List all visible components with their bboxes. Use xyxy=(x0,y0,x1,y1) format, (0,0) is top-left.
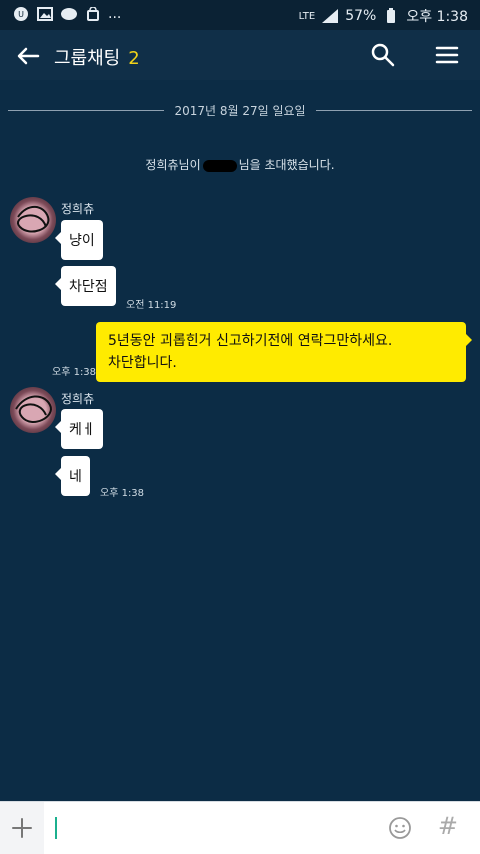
status-bar: U ... LTE 57% 오후 1:38 xyxy=(0,0,480,30)
avatar[interactable] xyxy=(10,387,56,433)
bag-icon xyxy=(84,6,102,22)
search-icon[interactable] xyxy=(370,42,396,68)
my-message-line: 차단합니다. xyxy=(108,355,177,371)
date-divider: 2017년 8월 27일 일요일 xyxy=(8,98,473,122)
status-time: 오후 1:38 xyxy=(406,9,468,25)
battery-icon xyxy=(382,8,400,24)
lte-indicator: LTE xyxy=(298,10,316,22)
message-time: 오후 1:38 xyxy=(100,488,145,499)
sender-name: 정희츄 xyxy=(61,392,95,406)
gallery-icon xyxy=(36,6,54,22)
avatar[interactable] xyxy=(10,197,56,243)
talk-icon xyxy=(60,6,78,22)
my-message-bubble[interactable]: 5년동안 괴롭힌거 신고하기전에 연락그만하세요. 차단합니다. xyxy=(96,322,472,382)
sender-name: 정희츄 xyxy=(61,202,95,216)
message-bubble[interactable]: 네 xyxy=(55,456,90,496)
app-bar: 그룹채팅 2 xyxy=(0,30,480,80)
back-arrow-icon[interactable] xyxy=(14,42,42,70)
svg-text:U: U xyxy=(18,10,24,19)
menu-icon[interactable] xyxy=(434,42,460,68)
message-bubble[interactable]: 냥이 xyxy=(55,220,103,260)
message-time: 오전 11:19 xyxy=(126,300,177,311)
hash-icon[interactable]: # xyxy=(438,812,458,840)
system-message: 정희츄님이 님을 초대했습니다. xyxy=(0,156,480,173)
message-input-bar: # xyxy=(0,801,480,854)
my-message-line: 5년동안 괴롭힌거 신고하기전에 연락그만하세요. xyxy=(108,333,393,349)
date-text: 2017년 8월 27일 일요일 xyxy=(174,103,306,118)
status-icons-left: U ... xyxy=(12,6,121,22)
system-message-before: 정희츄님이 xyxy=(145,158,201,172)
signal-icon xyxy=(321,8,339,24)
text-cursor xyxy=(55,817,57,839)
status-icons-right: LTE 57% 오후 1:38 xyxy=(299,6,468,26)
chat-title-text: 그룹채팅 xyxy=(54,48,121,69)
divider-line-left xyxy=(8,109,165,111)
emoji-icon[interactable] xyxy=(388,816,412,840)
app-notification-icon: U xyxy=(12,6,30,22)
divider-line-right xyxy=(315,109,473,111)
member-count: 2 xyxy=(128,48,140,69)
message-bubble[interactable]: 차단점 xyxy=(55,266,116,306)
status-more: ... xyxy=(108,6,122,22)
system-message-after: 님을 초대했습니다. xyxy=(238,158,335,172)
plus-icon[interactable] xyxy=(0,802,44,854)
message-input[interactable] xyxy=(62,812,366,844)
battery-percent: 57% xyxy=(345,8,377,24)
message-bubble[interactable]: 케ㅔ xyxy=(55,409,103,449)
message-time: 오후 1:38 xyxy=(52,367,97,378)
redacted-name xyxy=(202,159,237,172)
chat-title: 그룹채팅 2 xyxy=(54,44,140,70)
